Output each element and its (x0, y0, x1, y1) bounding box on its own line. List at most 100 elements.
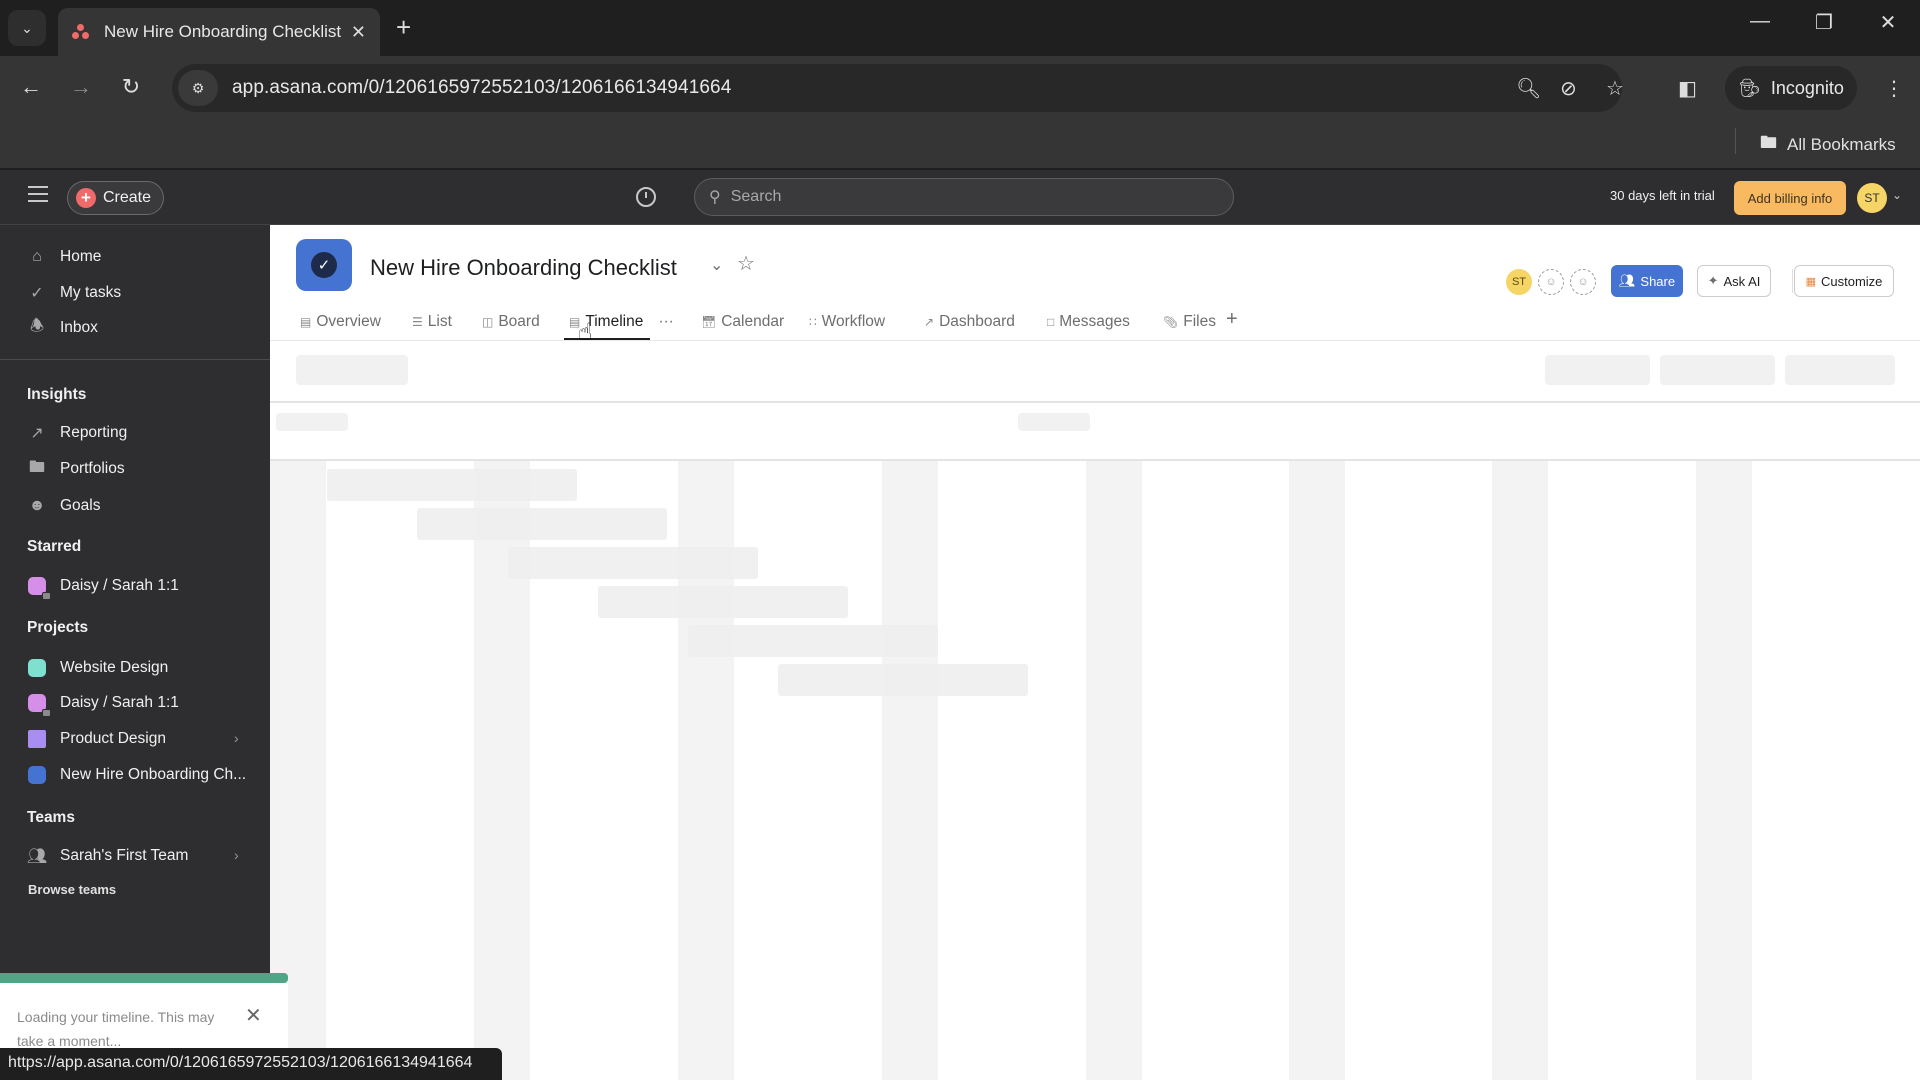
project-item-new-hire[interactable]: New Hire Onboarding Ch... (26, 763, 246, 787)
browse-teams-link[interactable]: Browse teams (28, 882, 116, 897)
chevron-down-icon: ⌄ (21, 19, 33, 36)
search-icon: ⚲ (709, 189, 721, 206)
history-icon[interactable] (636, 187, 656, 207)
close-tab-icon[interactable]: ✕ (351, 22, 366, 43)
eye-off-icon[interactable]: ⊘ (1560, 76, 1577, 101)
empty-avatar-icon[interactable]: ☺ (1570, 269, 1596, 295)
ask-ai-button[interactable]: ✦ Ask AI (1697, 265, 1771, 297)
sidebar-item-my-tasks[interactable]: ✓ My tasks (26, 281, 121, 305)
lock-icon (42, 592, 51, 600)
forward-icon[interactable]: → (66, 74, 96, 100)
starred-heading[interactable]: Starred (27, 538, 81, 556)
chart-line-icon: ↗ (30, 425, 44, 442)
chevron-down-icon[interactable]: ⌄ (710, 255, 723, 275)
close-toast-icon[interactable]: ✕ (245, 1003, 262, 1028)
new-tab-button[interactable]: + (396, 12, 411, 43)
loading-message: Loading your timeline. This may take a m… (17, 1009, 215, 1049)
tab-messages[interactable]: □ Messages (1047, 313, 1130, 331)
tab-dashboard[interactable]: ↗ Dashboard (924, 313, 1015, 331)
star-icon[interactable]: ☆ (737, 251, 755, 276)
customize-button[interactable]: ▦ Customize (1794, 265, 1894, 297)
project-item-daisy-sarah[interactable]: Daisy / Sarah 1:1 (26, 691, 179, 717)
add-tab-button[interactable]: + (1226, 308, 1238, 331)
tab-more-icon[interactable]: ··· (658, 313, 674, 331)
people-icon: 👥︎ (1618, 273, 1636, 288)
minimize-icon[interactable]: — (1740, 10, 1780, 33)
chevron-down-icon[interactable]: ⌄ (1892, 188, 1902, 202)
tab-overview[interactable]: ▤ Overview (300, 313, 381, 331)
url-text[interactable]: app.asana.com/0/1206165972552103/1206166… (232, 77, 731, 99)
restore-icon[interactable]: ❐ (1804, 10, 1844, 35)
reload-icon[interactable]: ↻ (116, 74, 146, 100)
weekend-column (1289, 461, 1345, 1080)
sidebar-item-inbox[interactable]: 🕭︎ Inbox (26, 316, 98, 340)
customize-icon: ▦ (1805, 275, 1816, 288)
add-billing-button[interactable]: Add billing info (1734, 181, 1846, 215)
folder-icon: 🖿︎ (28, 458, 45, 476)
tab-search-button[interactable]: ⌄ (8, 10, 46, 46)
search-input[interactable]: ⚲ Search (694, 178, 1234, 216)
skeleton-placeholder (1660, 355, 1775, 385)
team-item[interactable]: 👥︎ Sarah's First Team (26, 844, 189, 868)
sidebar-item-goals[interactable]: ☻ Goals (26, 494, 101, 518)
star-icon[interactable]: ☆ (1606, 76, 1624, 101)
create-button[interactable]: + Create (67, 181, 164, 215)
kebab-menu-icon[interactable]: ⋮ (1884, 76, 1904, 101)
sidebar: ⌂ Home ✓ My tasks 🕭︎ Inbox Insights ↗ Re… (0, 225, 270, 1080)
message-icon: □ (1047, 315, 1055, 329)
empty-avatar-icon[interactable]: ☺ (1538, 269, 1564, 295)
tab-workflow[interactable]: ∷ Workflow (809, 313, 885, 331)
tab-label: Overview (316, 313, 381, 330)
main-content: ✓ New Hire Onboarding Checklist ⌄ ☆ ST ☺… (270, 225, 1920, 1080)
chevron-right-icon[interactable]: › (234, 847, 239, 863)
back-icon[interactable]: ← (16, 74, 46, 100)
project-item-website-design[interactable]: Website Design (26, 656, 168, 680)
tab-list[interactable]: ☰ List (412, 313, 452, 331)
tab-board[interactable]: ◫ Board (482, 313, 540, 331)
project-item-product-design[interactable]: Product Design (26, 727, 166, 751)
sidebar-item-reporting[interactable]: ↗ Reporting (26, 421, 127, 445)
sidebar-item-label: Home (60, 248, 102, 265)
skeleton-task-bar (778, 664, 1028, 696)
sidebar-item-label: New Hire Onboarding Ch... (60, 766, 247, 783)
tab-label: Calendar (721, 313, 785, 330)
sidebar-item-label: Daisy / Sarah 1:1 (60, 577, 179, 594)
address-bar[interactable]: ⚙ app.asana.com/0/1206165972552103/12061… (172, 64, 1622, 112)
sidebar-item-label: Goals (60, 497, 101, 514)
sidebar-item-label: Sarah's First Team (60, 847, 189, 864)
hand-cursor-icon: ☝ (578, 319, 593, 346)
site-info-icon[interactable]: ⚙ (178, 70, 218, 106)
zoom-icon[interactable]: 🔍︎ (1516, 76, 1541, 101)
sidebar-item-label: Website Design (60, 659, 169, 676)
sidebar-item-label: Reporting (60, 424, 128, 441)
tab-calendar[interactable]: 📅︎ Calendar (701, 313, 784, 331)
tab-files[interactable]: 📎︎ Files (1163, 313, 1216, 331)
all-bookmarks-label: All Bookmarks (1787, 134, 1896, 154)
incognito-label: Incognito (1770, 77, 1844, 98)
user-avatar[interactable]: ST (1857, 183, 1887, 213)
folder-icon (28, 730, 46, 748)
teams-heading[interactable]: Teams (27, 809, 75, 827)
project-icon[interactable]: ✓ (296, 239, 352, 291)
side-panel-icon[interactable]: ◧ (1678, 76, 1697, 101)
close-window-icon[interactable]: ✕ (1868, 10, 1908, 35)
sidebar-item-home[interactable]: ⌂ Home (26, 245, 101, 269)
sidebar-item-portfolios[interactable]: 🖿︎ Portfolios (26, 457, 125, 481)
member-avatar[interactable]: ST (1506, 269, 1532, 295)
share-button[interactable]: 👥︎ Share (1611, 265, 1683, 297)
active-tab-indicator (564, 338, 650, 340)
chevron-right-icon[interactable]: › (234, 730, 239, 746)
project-members[interactable]: ST ☺ ☺ (1506, 269, 1602, 295)
sidebar-item-label: Inbox (60, 319, 98, 336)
hamburger-menu-icon[interactable] (28, 186, 48, 202)
projects-heading[interactable]: Projects (27, 619, 88, 637)
project-color-swatch (28, 577, 51, 600)
browser-tab[interactable]: New Hire Onboarding Checklist ✕ (58, 8, 380, 56)
all-bookmarks-button[interactable]: 🖿︎ All Bookmarks (1760, 130, 1896, 159)
create-label: Create (103, 189, 152, 206)
starred-item[interactable]: Daisy / Sarah 1:1 (26, 574, 179, 600)
project-title[interactable]: New Hire Onboarding Checklist (370, 255, 677, 281)
incognito-badge[interactable]: 🕵︎ Incognito (1725, 66, 1857, 110)
lock-icon (42, 709, 51, 717)
insights-heading[interactable]: Insights (27, 386, 86, 404)
